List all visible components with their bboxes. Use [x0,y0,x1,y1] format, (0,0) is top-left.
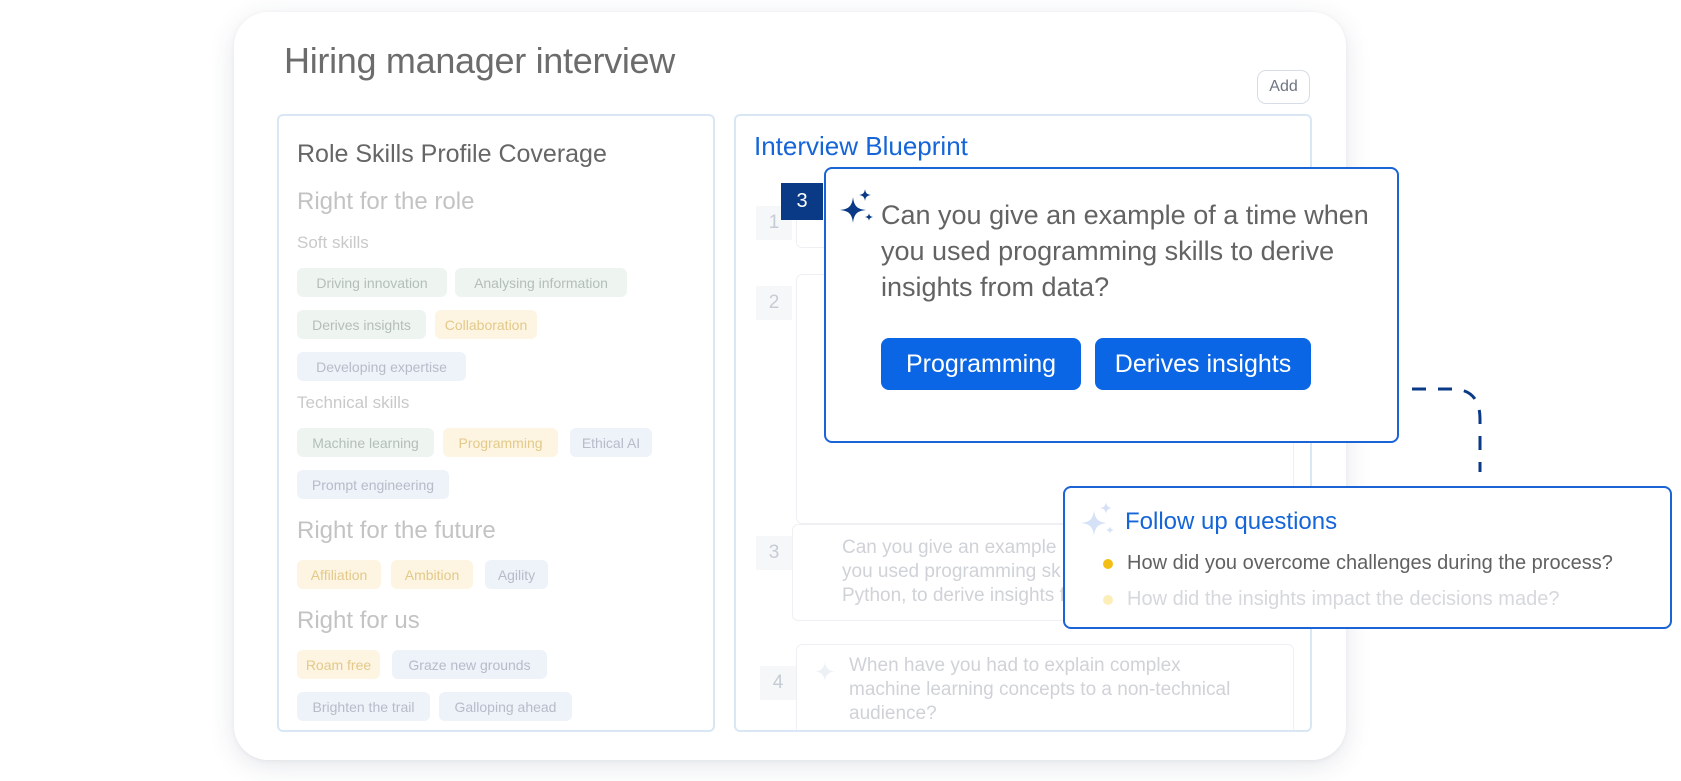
question-text-line: machine learning concepts to a non-techn… [849,679,1231,700]
skill-tag: Programming [443,428,558,457]
page-title: Hiring manager interview [284,40,675,81]
skill-tag: Graze new grounds [392,650,547,679]
soft-skills-label: Soft skills [297,233,369,252]
question-number: 4 [760,666,796,700]
active-question-number: 3 [781,183,823,220]
question-text-line: Python, to derive insights f [842,585,1065,606]
follow-up-question-text: How did you overcome challenges during t… [1127,552,1613,574]
focus-question-text: Can you give an example of a time when y… [881,200,1369,302]
skill-tag: Roam free [297,650,380,679]
skill-chip-derives-insights[interactable]: Derives insights [1095,338,1311,390]
question-number: 3 [756,536,792,570]
skill-tag: Derives insights [297,310,426,339]
ai-sparkle-icon [840,189,873,223]
skill-tag: Prompt engineering [297,470,449,499]
ai-sparkle-icon [1081,502,1114,536]
question-text-line: Can you give an example [842,537,1057,558]
follow-up-card: Follow up questions How did you overcome… [1063,486,1672,629]
follow-up-question[interactable]: How did you overcome challenges during t… [1103,552,1613,575]
sparkle-icon: ✦ [814,657,836,687]
skill-tag: Developing expertise [297,352,466,381]
focus-question-card[interactable]: Can you give an example of a time when y… [824,167,1399,443]
bullet-icon [1103,594,1113,605]
skill-tag: Ethical AI [570,428,652,457]
skill-tag: Affiliation [297,560,381,589]
connector-line [1412,387,1482,472]
section-right-for-role: Right for the role [297,188,475,215]
question-text-line: audience? [849,703,937,724]
question-number: 2 [756,286,792,320]
question-text-line: When have you had to explain complex [849,655,1181,676]
skill-tag: Agility [485,560,548,589]
question-text-line: you used programming sk [842,561,1061,582]
skill-tag: Collaboration [435,310,537,339]
skill-tag: Machine learning [297,428,434,457]
skill-tag: Brighten the trail [297,692,430,721]
skill-tag: Galloping ahead [439,692,572,721]
add-button[interactable]: Add [1257,70,1310,104]
follow-up-title: Follow up questions [1125,508,1338,535]
technical-skills-label: Technical skills [297,393,410,412]
follow-up-question-text: How did the insights impact the decision… [1127,588,1560,610]
skill-tag: Driving innovation [297,268,447,297]
skills-panel-title: Role Skills Profile Coverage [297,140,607,168]
blueprint-title: Interview Blueprint [754,131,968,161]
bullet-icon [1103,558,1113,569]
section-right-for-us: Right for us [297,607,420,634]
skills-coverage-panel: Role Skills Profile Coverage Right for t… [277,114,715,732]
follow-up-question[interactable]: How did the insights impact the decision… [1103,588,1559,611]
skill-tag: Ambition [391,560,473,589]
skill-chip-programming[interactable]: Programming [881,338,1081,390]
section-right-for-future: Right for the future [297,517,496,544]
skill-tag: Analysing information [455,268,627,297]
